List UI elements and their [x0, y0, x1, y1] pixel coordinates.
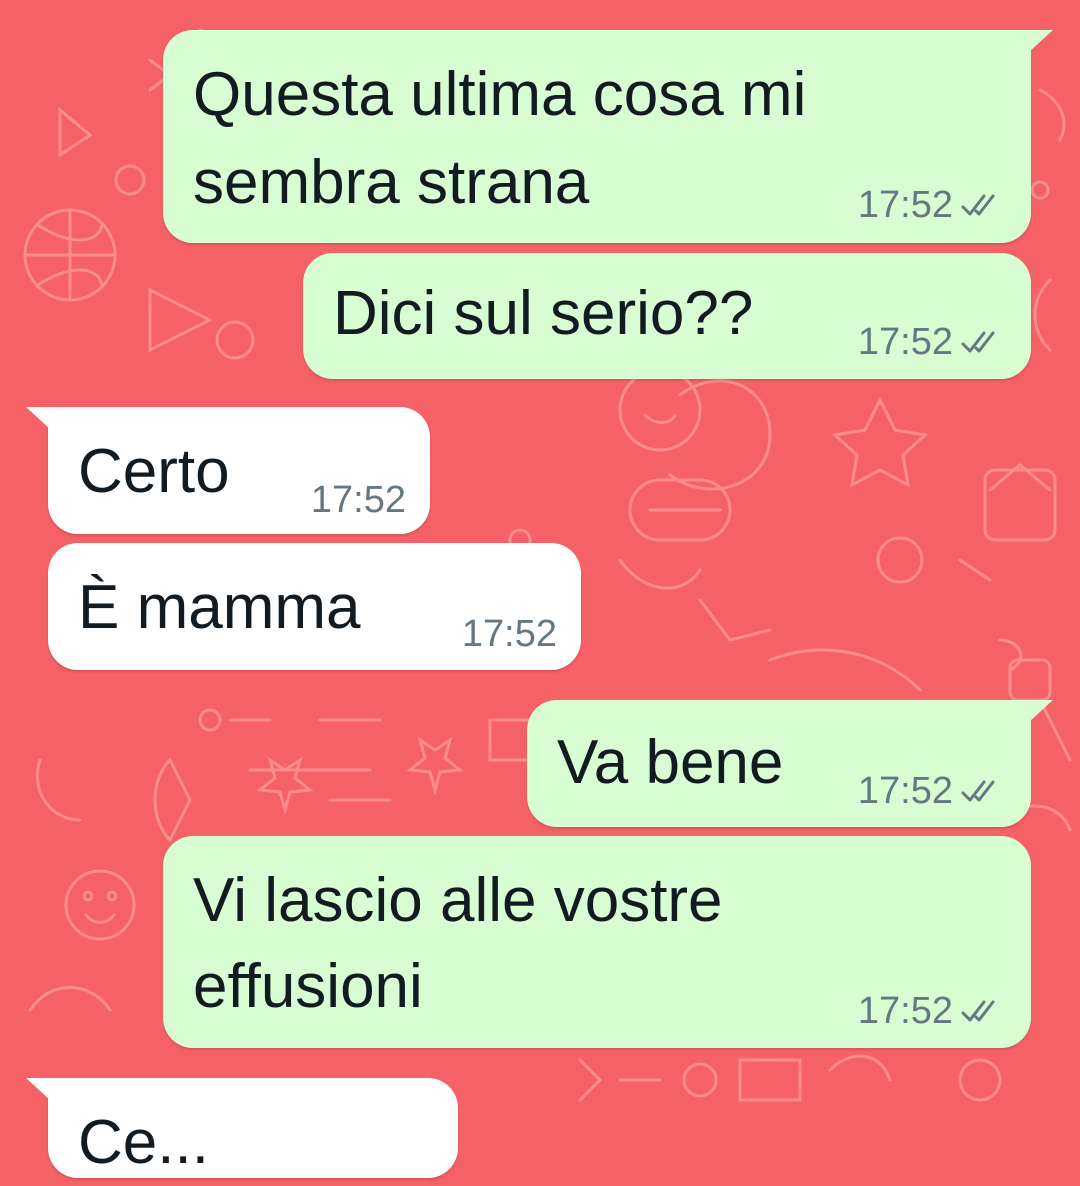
incoming-message-bubble[interactable]: È mamma 17:52 [48, 543, 581, 670]
bubble-tail-icon [26, 1078, 50, 1100]
double-check-icon [961, 1000, 995, 1021]
incoming-message-bubble[interactable]: Certo 17:52 [26, 407, 430, 534]
message-text-line: effusioni [193, 952, 423, 1021]
bubble-tail-icon [1029, 30, 1053, 52]
message-meta: 17:52 [858, 990, 1003, 1033]
message-text-line: Ce... [78, 1108, 209, 1177]
message-meta: 17:52 [858, 184, 1003, 227]
bubble-tail-icon [26, 407, 50, 429]
message-text-line: Questa ultima cosa mi [193, 60, 807, 129]
message-time: 17:52 [857, 770, 953, 812]
message-text-line: sembra strana [193, 148, 590, 217]
double-check-icon [961, 194, 995, 215]
message-time: 17:52 [857, 321, 953, 363]
bubble-tail-icon [1029, 700, 1053, 722]
message-text-line: Dici sul serio?? [333, 279, 754, 348]
incoming-message-bubble[interactable]: Ce... [26, 1078, 458, 1178]
message-meta: 17:52 [858, 321, 1003, 364]
message-text-line: Certo [78, 437, 230, 506]
double-check-icon [961, 780, 995, 801]
message-text-line: Vi lascio alle vostre [193, 866, 723, 935]
message-text-line: Va bene [557, 728, 784, 797]
outgoing-message-bubble[interactable]: Vi lascio alle vostre effusioni 17:52 [163, 836, 1031, 1048]
message-time: 17:52 [461, 613, 557, 655]
message-meta: 17:52 [462, 613, 557, 656]
message-time: 17:52 [310, 479, 406, 521]
message-text-line: È mamma [78, 573, 361, 642]
outgoing-message-bubble[interactable]: Va bene 17:52 [527, 700, 1053, 827]
outgoing-message-bubble[interactable]: Questa ultima cosa mi sembra strana 17:5… [163, 30, 1053, 243]
message-meta: 17:52 [858, 770, 1003, 813]
outgoing-message-bubble[interactable]: Dici sul serio?? 17:52 [303, 253, 1031, 379]
message-meta: 17:52 [311, 479, 406, 522]
message-time: 17:52 [857, 990, 953, 1032]
message-time: 17:52 [857, 184, 953, 226]
double-check-icon [961, 331, 995, 352]
